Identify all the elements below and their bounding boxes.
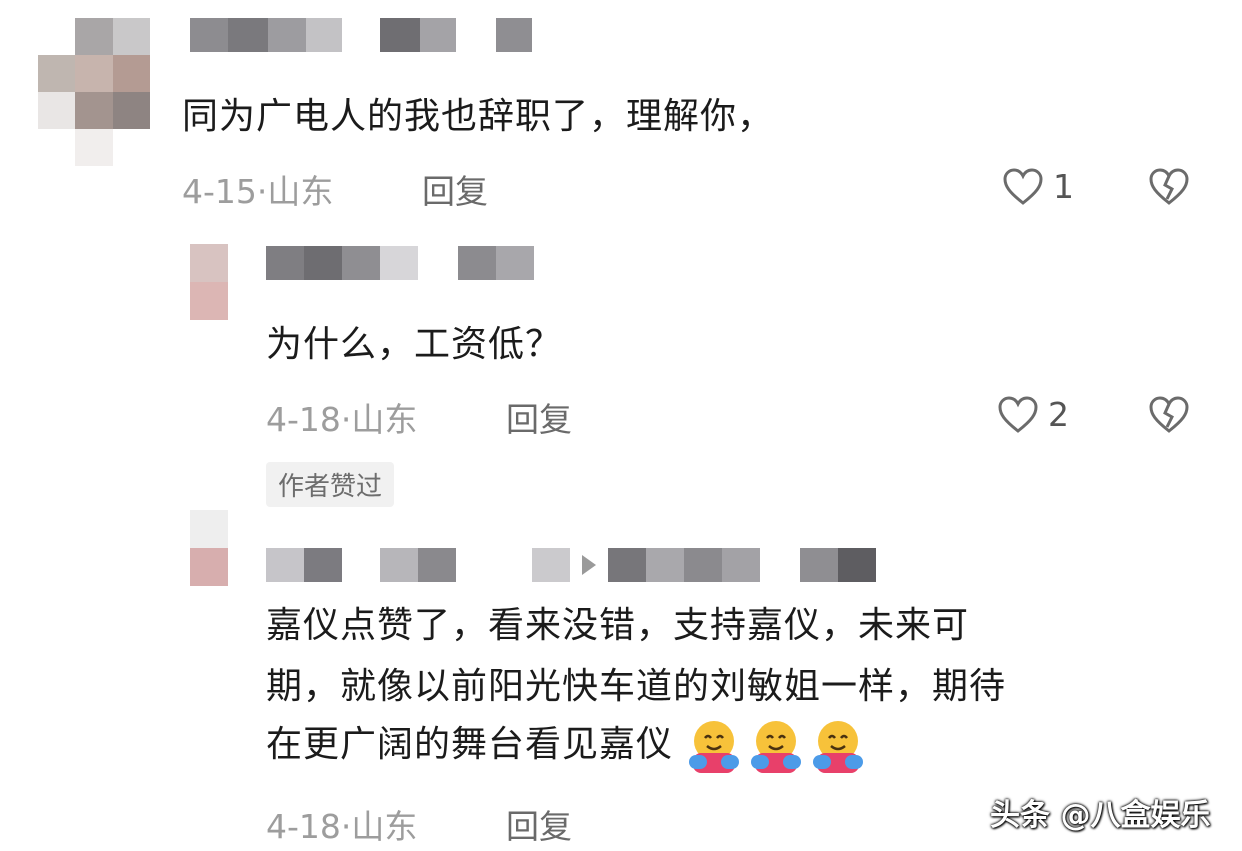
comment-date: 4-18	[266, 400, 341, 439]
meta-dot: ·	[340, 807, 352, 846]
like-count: 1	[1053, 167, 1074, 206]
hugging-face-emoji-icon	[747, 717, 805, 775]
reply-arrow-icon	[582, 555, 596, 575]
comment-date: 4-18	[266, 807, 341, 846]
comment-text-line: 嘉仪点赞了，看来没错，支持嘉仪，未来可	[266, 605, 970, 646]
comment-location: 山东	[351, 400, 418, 439]
comment-location: 山东	[267, 172, 334, 211]
avatar[interactable]	[38, 18, 150, 166]
like-button[interactable]: 2	[998, 395, 1069, 434]
meta-dot: ·	[340, 400, 352, 439]
reply-button[interactable]: 回复	[506, 393, 572, 441]
like-count: 2	[1048, 395, 1069, 434]
username-blurred[interactable]	[190, 18, 532, 52]
heart-outline-icon	[1003, 167, 1043, 206]
hugging-face-emoji-icon	[809, 717, 867, 775]
comment-text-line: 期，就像以前阳光快车道的刘敏姐一样，期待	[266, 666, 1007, 707]
reply-button[interactable]: 回复	[506, 800, 572, 848]
author-liked-badge: 作者赞过	[266, 462, 395, 507]
comment-meta: 4-18·山东	[266, 393, 417, 441]
watermark: 头条 @八盒娱乐	[990, 798, 1211, 833]
meta-dot: ·	[256, 172, 268, 211]
comment-location: 山东	[351, 807, 418, 846]
comment-date: 4-15	[182, 172, 257, 211]
comment-text: 为什么，工资低？	[266, 324, 563, 365]
broken-heart-icon[interactable]	[1148, 167, 1190, 207]
broken-heart-icon[interactable]	[1148, 395, 1190, 435]
avatar[interactable]	[190, 510, 228, 586]
username-blurred[interactable]	[266, 548, 876, 582]
comment-meta: 4-18·山东	[266, 800, 417, 848]
comment-text: 同为广电人的我也辞职了，理解你，	[182, 96, 775, 137]
username-blurred[interactable]	[266, 246, 534, 280]
heart-outline-icon	[998, 395, 1038, 434]
like-button[interactable]: 1	[1003, 167, 1074, 206]
comment-text-line: 在更广阔的舞台看见嘉仪	[266, 716, 871, 775]
hugging-face-emoji-icon	[685, 717, 743, 775]
reply-button[interactable]: 回复	[422, 165, 488, 213]
comment-text-line-3: 在更广阔的舞台看见嘉仪	[266, 724, 674, 765]
comment-meta: 4-15·山东	[182, 165, 333, 213]
avatar[interactable]	[190, 244, 228, 320]
